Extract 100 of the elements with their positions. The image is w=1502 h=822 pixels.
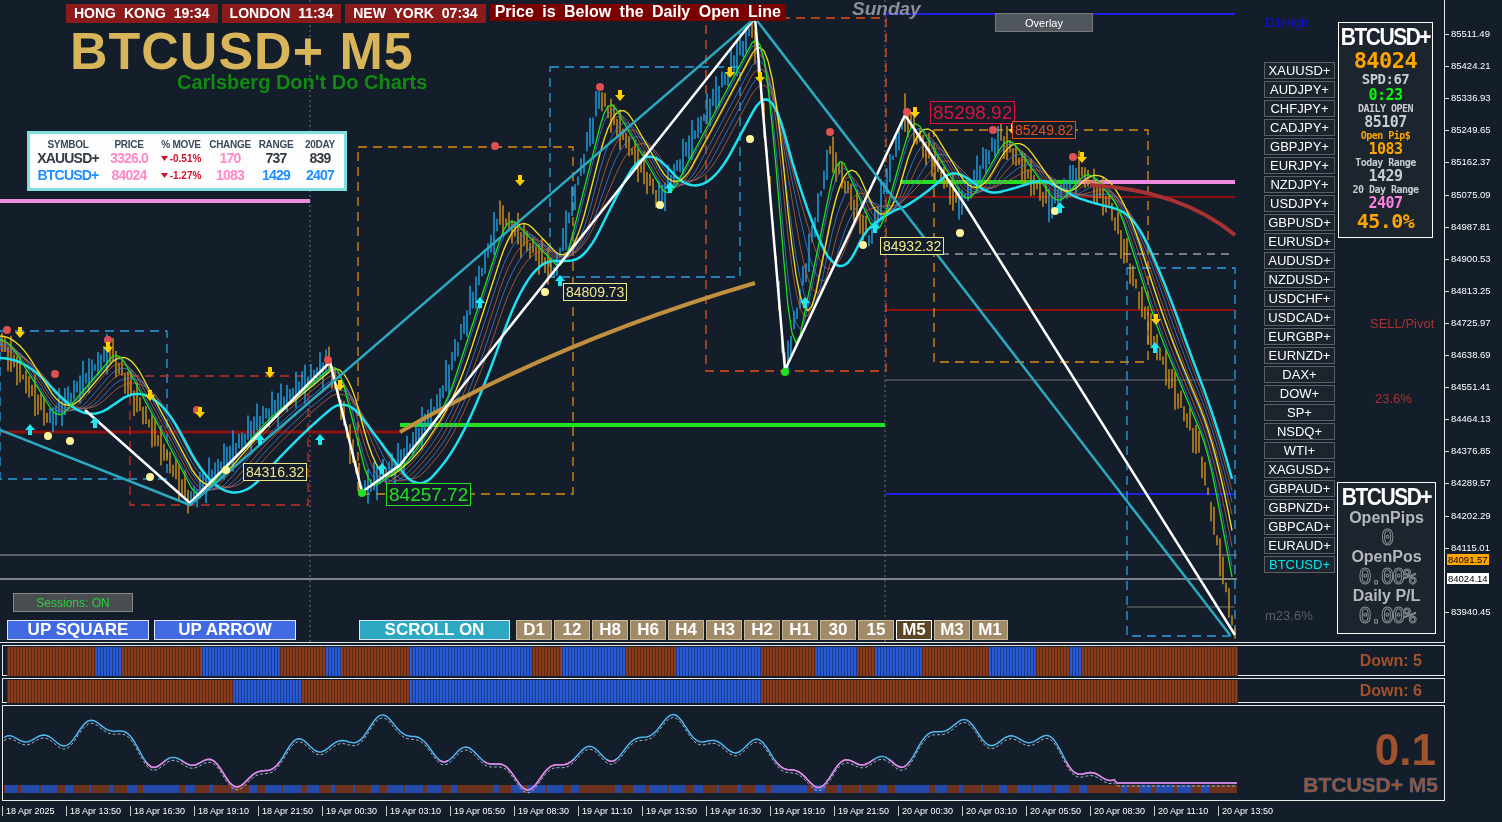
symbol-button[interactable]: WTI+ [1264,442,1335,459]
symbol-button[interactable]: XAUUSD+ [1264,62,1335,79]
spread-label: SPD:67 [1361,72,1410,87]
price-tag: 84257.72 [386,483,472,506]
current-price-label: 84024.14 [1447,573,1489,584]
price-axis-label: 84725.97 [1451,317,1491,328]
trend-label: Down: 6 [1359,681,1422,700]
symbol-button[interactable]: USDJPY+ [1264,195,1335,212]
symbol-cell-text: XAUUSD+ [36,149,100,167]
price-axis-label: 85424.21 [1451,61,1491,72]
session-clock: NEW YORK 07:34 [345,4,486,23]
move-cell-text: -1.27% [169,168,202,183]
price-tag: 84809.73 [563,283,628,301]
info-label: 20 Day Range [1352,184,1419,195]
mode-button[interactable]: UP SQUARE [7,620,149,640]
symbol-button[interactable]: NSDQ+ [1264,423,1335,440]
price-axis-label: 84464.13 [1451,414,1491,425]
price-axis-label: 85162.37 [1451,157,1491,168]
range-cell-text: 737 [264,149,288,167]
symbol-button[interactable]: USDCAD+ [1264,309,1335,326]
symbol-button[interactable]: DAX+ [1264,366,1335,383]
twenty-day-cell-text: 839 [308,149,332,167]
level-label: m23.6% [1265,608,1313,623]
position-value: 0 [1380,527,1393,548]
sessions-toggle[interactable]: Sessions: ON [13,593,133,612]
column-header: 20DAY [304,138,336,150]
change-cell-text: 170 [218,149,242,167]
symbol-button[interactable]: SP+ [1264,404,1335,421]
symbol-button[interactable]: GBPUSD+ [1264,214,1335,231]
symbol-button[interactable]: AUDUSD+ [1264,252,1335,269]
price-axis-label: 85511.49 [1451,29,1490,39]
symbol-button[interactable]: CADJPY+ [1264,119,1335,136]
position-value: 0.00% [1358,566,1415,587]
timeframe-button[interactable]: M5 [896,620,932,640]
symbol-button[interactable]: XAGUSD+ [1264,461,1335,478]
price-axis-label: 84376.85 [1451,446,1491,457]
symbol-button[interactable]: GBPNZD+ [1264,499,1335,516]
level-label: SELL/Pivot [1370,316,1435,331]
column-header: CHANGE [208,138,252,150]
time-axis-label: 20 Apr 03:10 [962,806,1018,816]
time-axis-label: 19 Apr 05:50 [450,806,506,816]
level-label: D1High [1265,15,1309,30]
price-axis-label: 84289.57 [1451,478,1491,489]
symbol-button[interactable]: DOW+ [1264,385,1335,402]
price-axis-label: 84987.81 [1451,221,1491,232]
symbol-button[interactable]: USDCHF+ [1264,290,1335,307]
current-price-label: 84091.57 [1447,554,1489,565]
symbol-button[interactable]: NZDJPY+ [1264,176,1335,193]
range-percent: 45.0% [1356,211,1415,232]
chart-subtitle: Carlsberg Don't Do Charts [177,73,428,92]
symbol-button[interactable]: GBPAUD+ [1264,480,1335,497]
time-axis-label: 20 Apr 05:50 [1026,806,1082,816]
time-axis-label: 18 Apr 19:10 [194,806,250,816]
time-axis-label: 19 Apr 21:50 [834,806,890,816]
time-axis-label: 18 Apr 13:50 [66,806,122,816]
mode-button[interactable]: UP ARROW [154,620,296,640]
range-cell-text: 1429 [261,166,292,184]
info-value: 1083 [1368,141,1403,157]
price-tag: 84932.32 [880,237,945,255]
price-axis-label: 84900.53 [1451,253,1491,264]
column-header: SYMBOL [46,138,90,150]
session-clock: HONG KONG 19:34 [66,4,218,23]
price-tag: 85298.92 [930,101,1016,124]
price-axis-label: 84551.41 [1451,382,1491,393]
position-label: OpenPips [1349,509,1424,527]
symbol-button[interactable]: GBPJPY+ [1264,138,1335,155]
price-axis-label: 84638.69 [1451,350,1491,360]
price-axis-label: 85249.65 [1451,125,1491,136]
symbol-button[interactable]: EURGBP+ [1264,328,1335,345]
position-symbol: BTCUSD+ [1341,483,1432,511]
time-axis-label: 19 Apr 19:10 [770,806,826,816]
symbol-button[interactable]: GBPCAD+ [1264,518,1335,535]
symbol-button[interactable]: NZDUSD+ [1264,271,1335,288]
symbol-button[interactable]: EURAUD+ [1264,537,1335,554]
symbol-button[interactable]: EURUSD+ [1264,233,1335,250]
overlay-button[interactable]: Overlay [995,13,1093,32]
symbol-button[interactable]: EURNZD+ [1264,347,1335,364]
price-axis-label: 84202.29 [1451,510,1491,521]
price-axis-label: 85075.09 [1451,189,1491,200]
position-value: 0.00% [1358,605,1415,626]
symbol-button[interactable]: CHFJPY+ [1264,100,1335,117]
symbol-button[interactable]: AUDJPY+ [1264,81,1335,98]
time-axis-label: 20 Apr 11:10 [1154,806,1209,816]
time-axis-label: 19 Apr 16:30 [706,806,762,816]
symbol-button[interactable]: EURJPY+ [1264,157,1335,174]
info-label: DAILY OPEN [1357,103,1414,114]
time-axis-label: 18 Apr 16:30 [130,806,186,816]
twenty-day-cell-text: 2407 [305,166,336,184]
price-axis-label: 84813.25 [1451,285,1491,296]
price-axis-label: 84115.01 [1451,542,1490,553]
chart-title: BTCUSD+ M5 [70,31,414,71]
column-header: RANGE [257,138,295,150]
price-alert: Price is Below the Daily Open Line [489,4,786,21]
symbol-button[interactable]: BTCUSD+ [1264,556,1335,573]
info-label: Open Pip$ [1360,130,1411,141]
price-cell-text: 3326.0 [109,149,150,167]
session-clock: LONDON 11:34 [221,4,342,23]
oscillator-value: 0.1 [1374,728,1436,772]
trend-label: Down: 5 [1359,651,1422,670]
caret-down-icon [160,155,168,161]
